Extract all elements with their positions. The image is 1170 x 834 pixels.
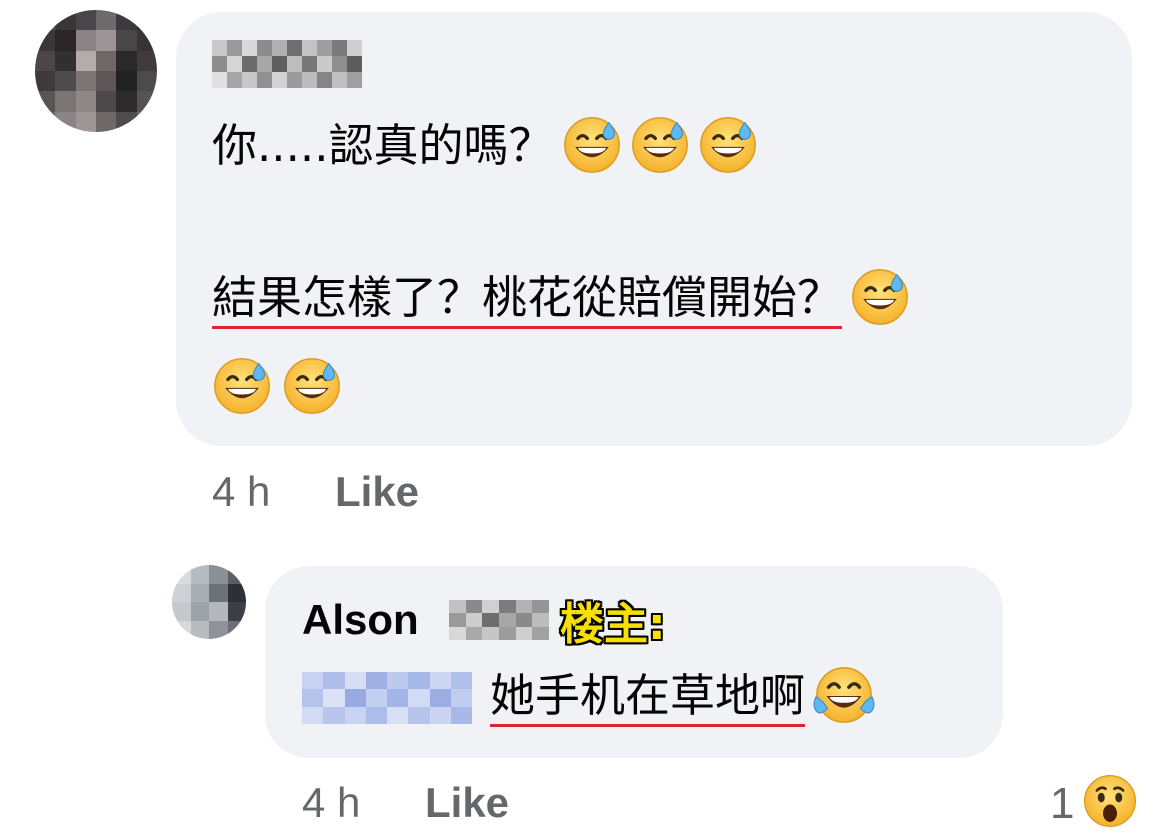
reply-text: 她手机在草地啊 — [490, 667, 875, 730]
grinning-face-with-sweat-icon — [698, 115, 758, 175]
mention-tag-blurred[interactable] — [302, 672, 472, 724]
grinning-face-with-sweat-icon — [630, 115, 690, 175]
comment-timestamp[interactable]: 4 h — [212, 468, 270, 516]
commenter-name-blurred[interactable] — [212, 40, 362, 88]
emoji-row — [212, 356, 342, 416]
reply-author-avatar[interactable] — [172, 565, 246, 639]
comment-text-line: 你.....認真的嗎？ — [212, 115, 758, 179]
comment-text-line: 結果怎樣了？桃花從賠償開始？ — [212, 267, 910, 331]
highlighted-text: 她手机在草地啊 — [490, 669, 806, 727]
grinning-face-with-sweat-icon — [282, 356, 342, 416]
face-with-tears-of-joy-icon — [813, 664, 875, 726]
grinning-face-with-sweat-icon — [850, 267, 910, 327]
grinning-face-with-sweat-icon — [562, 115, 622, 175]
highlighted-text: 結果怎樣了？桃花從賠償開始？ — [212, 271, 843, 329]
reply-author-name[interactable]: Alson — [302, 596, 419, 644]
reply-timestamp[interactable]: 4 h — [302, 779, 360, 827]
reply-author-surname-blurred — [449, 600, 549, 640]
grinning-face-with-sweat-icon — [212, 356, 272, 416]
reaction-count[interactable]: 1 — [1050, 779, 1074, 829]
op-annotation-tag: 楼主: — [560, 599, 666, 650]
like-button[interactable]: Like — [425, 779, 509, 827]
like-button[interactable]: Like — [335, 468, 419, 516]
commenter-avatar[interactable] — [35, 10, 157, 132]
wow-reaction-icon[interactable] — [1082, 773, 1138, 829]
